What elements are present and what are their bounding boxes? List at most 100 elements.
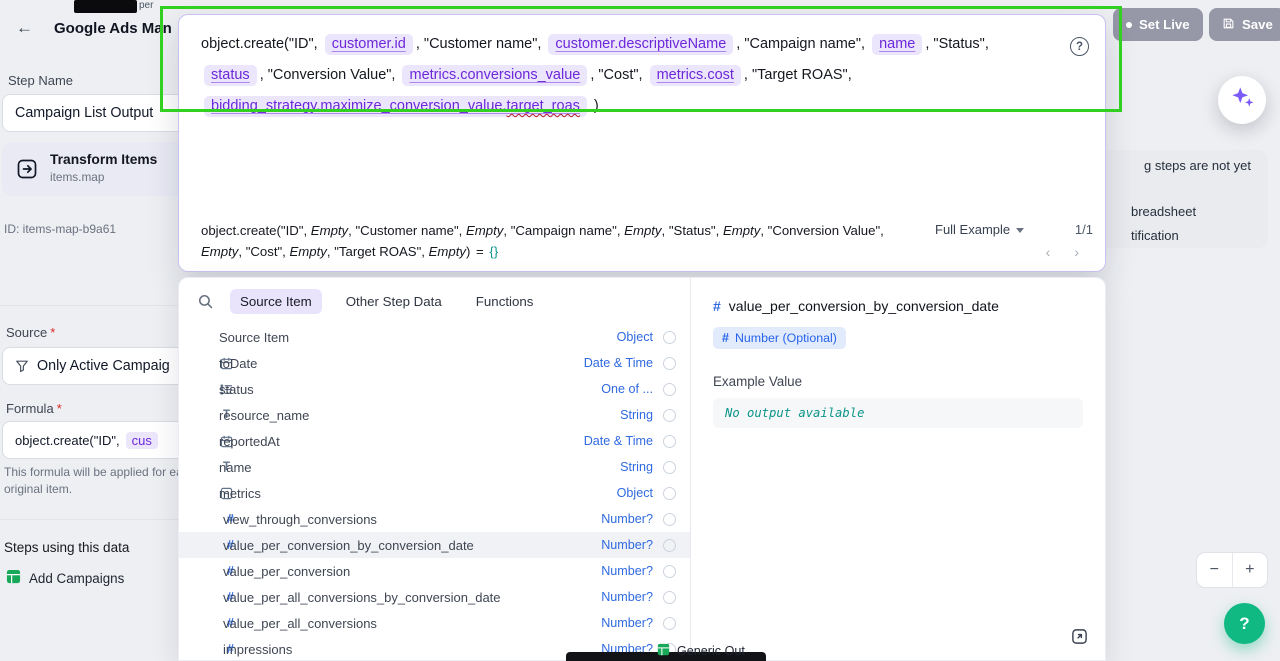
info-icon[interactable] xyxy=(663,409,676,422)
transform-items-card[interactable]: Transform Items items.map xyxy=(2,142,202,196)
filter-funnel-icon xyxy=(15,359,29,373)
formula-variable-token[interactable]: name xyxy=(872,34,922,55)
formula-variable-token[interactable]: status xyxy=(204,65,257,86)
set-live-label: Set Live xyxy=(1139,17,1190,32)
tab-source-item[interactable]: Source Item xyxy=(230,289,322,314)
number-icon: # xyxy=(722,331,729,345)
tree-row-reportedat[interactable]: reportedAtDate & Time xyxy=(179,428,690,454)
tree-row-value-per-conversion-by-conversion-date[interactable]: #value_per_conversion_by_conversion_date… xyxy=(179,532,690,558)
search-icon[interactable] xyxy=(197,293,214,310)
generic-output-node[interactable]: Generic Out xyxy=(657,643,745,659)
tree-row-name[interactable]: TnameString xyxy=(179,454,690,480)
field-type: Number? xyxy=(593,590,653,604)
sparkles-icon xyxy=(1229,84,1256,116)
formula-variable-token[interactable]: metrics.conversions_value xyxy=(402,65,587,86)
tree-row-source-item[interactable]: Source ItemObject xyxy=(179,324,690,350)
redacted-text xyxy=(74,0,137,13)
field-name: view_through_conversions xyxy=(223,512,377,527)
field-name: value_per_all_conversions xyxy=(223,616,377,631)
add-campaigns-step-link[interactable]: Add Campaigns xyxy=(6,569,124,587)
preview-segment-plain: ) xyxy=(466,244,474,259)
transform-title: Transform Items xyxy=(50,152,157,167)
preview-segment-empty: Empty xyxy=(201,244,238,259)
field-type: Number? xyxy=(593,512,653,526)
tree-row-status[interactable]: statusOne of ... xyxy=(179,376,690,402)
step-name-input[interactable]: Campaign List Output xyxy=(2,94,202,132)
formula-input[interactable]: object.create("ID", cus xyxy=(2,421,202,459)
field-name: resource_name xyxy=(219,408,309,423)
info-icon[interactable] xyxy=(663,565,676,578)
zoom-out-button[interactable]: − xyxy=(1197,553,1233,587)
preview-controls: Full Example 1/1 ‹ › xyxy=(935,221,1093,260)
expand-icon[interactable] xyxy=(1071,628,1089,646)
tree-row-resource-name[interactable]: Tresource_nameString xyxy=(179,402,690,428)
field-detail-name: value_per_conversion_by_conversion_date xyxy=(729,298,999,314)
back-button[interactable]: ← xyxy=(16,18,33,38)
save-button[interactable]: Save xyxy=(1209,8,1280,41)
browser-header: Source Item Other Step Data Functions xyxy=(179,278,690,324)
tree-row-metrics[interactable]: metricsObject xyxy=(179,480,690,506)
formula-text: , "Status", xyxy=(925,36,989,52)
preview-segment-plain: , "Campaign name", xyxy=(503,223,624,238)
app-root: ← per Google Ads Man Step Name Campaign … xyxy=(0,0,1280,661)
divider xyxy=(0,305,202,306)
zoom-in-button[interactable]: + xyxy=(1233,553,1268,587)
divider xyxy=(0,519,202,520)
info-icon[interactable] xyxy=(663,617,676,630)
formula-variable-token[interactable]: customer.descriptiveName xyxy=(548,34,733,55)
tab-other-step-data[interactable]: Other Step Data xyxy=(336,289,452,314)
preview-segment-plain: , "Cost", xyxy=(238,244,289,259)
formula-content[interactable]: object.create("ID", customer.id, "Custom… xyxy=(179,15,1105,122)
tree-row-value-per-conversion[interactable]: #value_per_conversionNumber? xyxy=(179,558,690,584)
info-icon[interactable] xyxy=(663,487,676,500)
info-icon[interactable] xyxy=(663,435,676,448)
example-value-box: No output available xyxy=(713,398,1083,428)
formula-variable-token[interactable]: customer.id xyxy=(325,34,413,55)
info-icon[interactable] xyxy=(663,539,676,552)
tree-row-value-per-all-conversions[interactable]: #value_per_all_conversionsNumber? xyxy=(179,610,690,636)
full-example-label: Full Example xyxy=(935,222,1010,237)
tree-row-todate[interactable]: toDateDate & Time xyxy=(179,350,690,376)
formula-variable-token[interactable]: metrics.cost xyxy=(650,65,741,86)
tab-functions[interactable]: Functions xyxy=(466,289,544,314)
preview-segment-plain: , "Conversion Value", xyxy=(760,223,883,238)
preview-segment-plain: object.create("ID", xyxy=(201,223,311,238)
info-icon[interactable] xyxy=(663,461,676,474)
ai-assistant-button[interactable] xyxy=(1218,76,1266,124)
field-type: Number? xyxy=(593,564,653,578)
help-icon[interactable]: ? xyxy=(1070,37,1089,56)
preview-segment-op: = xyxy=(476,244,484,259)
spreadsheet-icon xyxy=(6,569,21,587)
tree-row-value-per-all-conversions-by-conversion-date[interactable]: #value_per_all_conversions_by_conversion… xyxy=(179,584,690,610)
prev-example-button[interactable]: ‹ xyxy=(1046,244,1051,260)
transform-subtitle: items.map xyxy=(50,170,104,184)
formula-variable-token[interactable]: bidding_strategy.maximize_conversion_val… xyxy=(204,96,587,117)
source-filter-input[interactable]: Only Active Campaig xyxy=(2,347,202,385)
help-fab-button[interactable]: ? xyxy=(1224,603,1265,644)
next-example-button[interactable]: › xyxy=(1074,244,1079,260)
formula-text: , "Campaign name", xyxy=(736,36,869,52)
generic-output-label: Generic Out xyxy=(677,644,745,658)
field-name: value_per_conversion xyxy=(223,564,350,579)
info-card-line3: tification xyxy=(1131,228,1179,243)
field-type: Number? xyxy=(593,616,653,630)
info-icon[interactable] xyxy=(663,383,676,396)
set-live-button[interactable]: Set Live xyxy=(1113,8,1203,41)
info-icon[interactable] xyxy=(663,357,676,370)
required-asterisk: * xyxy=(57,401,62,416)
save-label: Save xyxy=(1242,17,1273,32)
full-example-dropdown[interactable]: Full Example xyxy=(935,222,1024,237)
info-icon[interactable] xyxy=(663,513,676,526)
spreadsheet-icon xyxy=(657,643,670,659)
browser-tabs: Source Item Other Step Data Functions xyxy=(230,289,543,314)
source-filter-value: Only Active Campaig xyxy=(37,358,170,374)
info-icon[interactable] xyxy=(663,331,676,344)
info-icon[interactable] xyxy=(663,591,676,604)
required-asterisk: * xyxy=(50,325,55,340)
tree-row-view-through-conversions[interactable]: #view_through_conversionsNumber? xyxy=(179,506,690,532)
info-card-line1: g steps are not yet xyxy=(1144,158,1251,173)
field-name: impressions xyxy=(223,642,292,657)
field-type: One of ... xyxy=(593,382,653,396)
field-name: value_per_all_conversions_by_conversion_… xyxy=(223,590,501,605)
steps-using-label: Steps using this data xyxy=(4,540,129,555)
